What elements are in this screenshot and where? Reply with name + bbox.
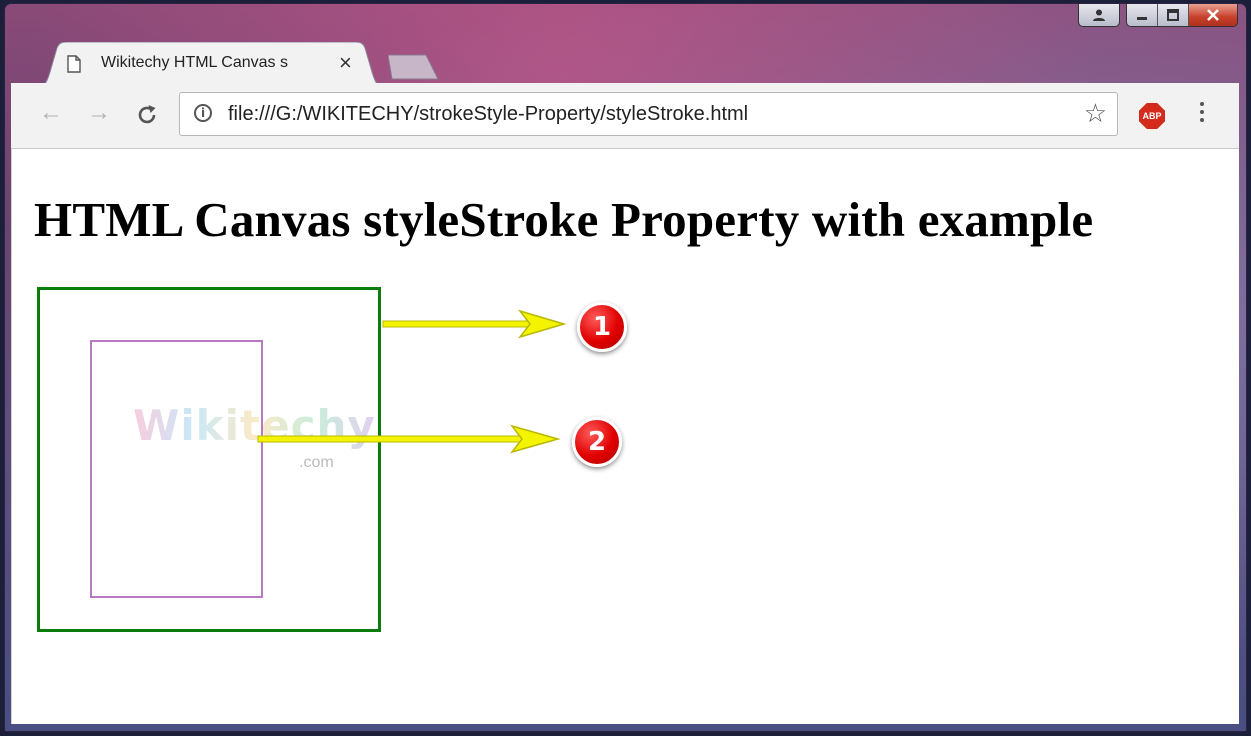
minimize-icon: [1137, 17, 1147, 20]
browser-toolbar: ← → i file:///G:/WIKITECHY/strokeStyle-P…: [11, 83, 1239, 149]
adblock-plus-icon[interactable]: ABP: [1139, 103, 1165, 129]
maximize-button[interactable]: [1158, 4, 1189, 26]
callout-badge-2: 2: [572, 417, 622, 467]
close-window-button[interactable]: [1189, 4, 1237, 26]
minimize-button[interactable]: [1127, 4, 1158, 26]
back-button[interactable]: ←: [39, 101, 63, 125]
window-controls: [1126, 4, 1238, 27]
page-viewport: HTML Canvas styleStroke Property with ex…: [11, 149, 1239, 724]
annotation-arrows: [257, 309, 567, 454]
tab-title: Wikitechy HTML Canvas s: [101, 54, 288, 71]
tab-title-fade: [297, 50, 331, 78]
info-icon[interactable]: i: [194, 104, 212, 122]
close-icon: [1207, 9, 1219, 21]
document-icon: [67, 55, 81, 73]
bookmark-star-icon[interactable]: ☆: [1084, 100, 1107, 126]
person-icon: [1093, 9, 1105, 21]
menu-dot: [1200, 118, 1204, 122]
url-text[interactable]: file:///G:/WIKITECHY/strokeStyle-Propert…: [228, 103, 748, 126]
menu-icon[interactable]: [1200, 102, 1204, 122]
reload-icon[interactable]: [135, 103, 159, 127]
menu-dot: [1200, 110, 1204, 114]
address-bar[interactable]: i file:///G:/WIKITECHY/strokeStyle-Prope…: [179, 92, 1118, 136]
window-caption-buttons: [1078, 4, 1238, 27]
menu-dot: [1200, 102, 1204, 106]
new-tab-button[interactable]: [388, 53, 442, 81]
arrow-1: [382, 309, 567, 339]
forward-button[interactable]: →: [87, 101, 111, 125]
tab-close-button[interactable]: ×: [339, 52, 352, 74]
maximize-icon: [1167, 9, 1179, 21]
browser-tab-active[interactable]: Wikitechy HTML Canvas s ×: [35, 42, 387, 88]
arrow-2: [257, 424, 561, 454]
user-profile-button[interactable]: [1078, 4, 1120, 27]
callout-badge-1: 1: [577, 302, 627, 352]
